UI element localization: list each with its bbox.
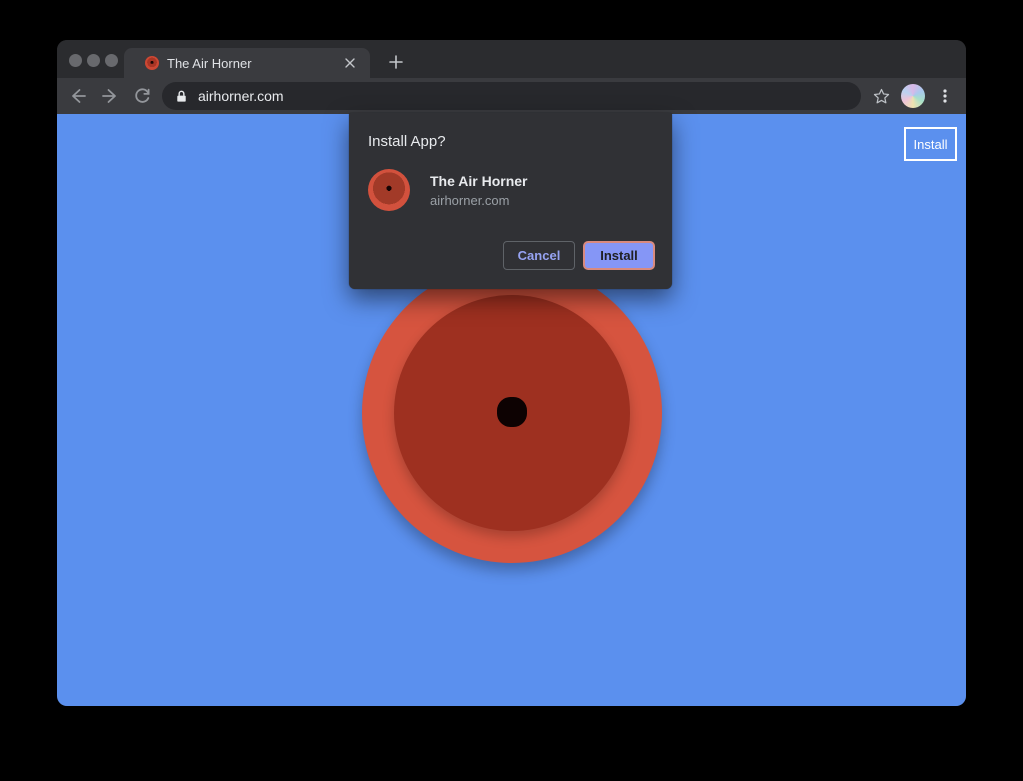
- overflow-menu-icon[interactable]: [933, 84, 957, 108]
- window-zoom-button[interactable]: [105, 54, 118, 67]
- app-name: The Air Horner: [430, 173, 528, 189]
- forward-icon[interactable]: [98, 84, 122, 108]
- window-minimize-button[interactable]: [87, 54, 100, 67]
- lock-icon: [174, 89, 189, 104]
- air-horn-inner-circle: [394, 295, 630, 531]
- profile-avatar[interactable]: [901, 84, 925, 108]
- app-origin: airhorner.com: [430, 193, 528, 208]
- window-controls: [69, 54, 118, 67]
- app-icon: [368, 169, 410, 211]
- dialog-title: Install App?: [368, 133, 446, 150]
- address-url-text: airhorner.com: [198, 88, 284, 104]
- install-button[interactable]: Install: [583, 241, 655, 270]
- browser-window: The Air Horner: [57, 40, 966, 706]
- tab-title: The Air Horner: [167, 56, 342, 71]
- address-bar[interactable]: airhorner.com: [162, 82, 861, 110]
- page-install-button[interactable]: Install: [904, 127, 957, 161]
- tab-the-air-horner[interactable]: The Air Horner: [124, 48, 370, 78]
- back-icon[interactable]: [66, 84, 90, 108]
- tab-strip: The Air Horner: [57, 40, 966, 78]
- install-app-dialog: Install App? The Air Horner airhorner.co…: [349, 113, 672, 289]
- new-tab-button[interactable]: [387, 53, 405, 71]
- bookmark-star-icon[interactable]: [869, 84, 893, 108]
- window-close-button[interactable]: [69, 54, 82, 67]
- reload-icon[interactable]: [130, 84, 154, 108]
- air-horn-center-dot: [497, 397, 527, 427]
- tab-close-icon[interactable]: [342, 55, 358, 71]
- air-horn-button[interactable]: [362, 263, 662, 563]
- desktop-background: The Air Horner: [0, 0, 1023, 781]
- dialog-actions: Cancel Install: [503, 241, 655, 270]
- cancel-button[interactable]: Cancel: [503, 241, 575, 270]
- navigation-toolbar: airhorner.com: [57, 78, 966, 114]
- airhorner-favicon-icon: [145, 56, 159, 70]
- app-meta: The Air Horner airhorner.com: [430, 173, 528, 208]
- app-info-row: The Air Horner airhorner.com: [368, 169, 528, 211]
